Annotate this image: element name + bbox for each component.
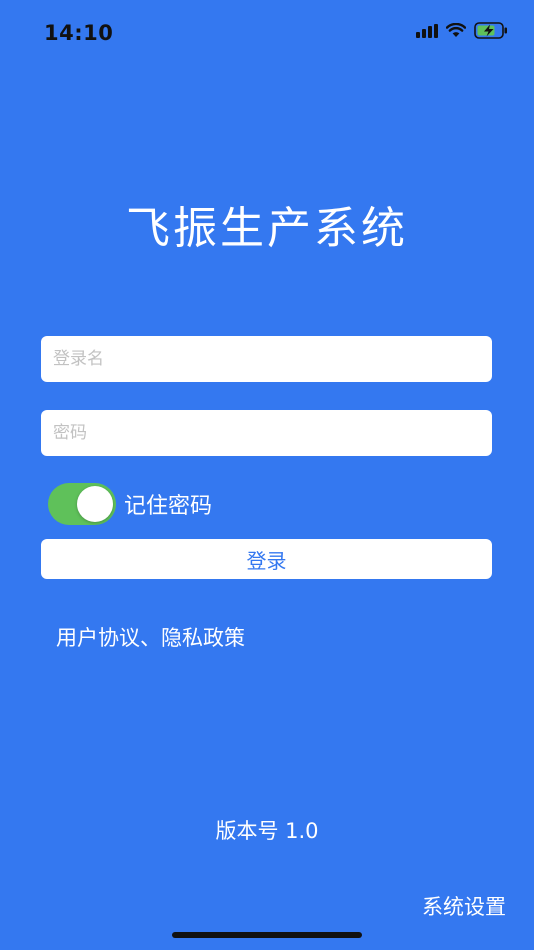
- toggle-knob: [77, 486, 113, 522]
- battery-charging-icon: [474, 22, 508, 43]
- status-time: 14:10: [44, 21, 114, 45]
- agreement-link[interactable]: 用户协议、隐私政策: [56, 622, 245, 652]
- username-input[interactable]: [51, 348, 482, 370]
- system-settings-link[interactable]: 系统设置: [422, 891, 506, 921]
- login-button[interactable]: 登录: [41, 539, 492, 579]
- password-input[interactable]: [51, 422, 482, 444]
- version-label: 版本号 1.0: [215, 819, 319, 843]
- wifi-icon: [445, 22, 467, 42]
- password-field-container: [41, 410, 492, 456]
- remember-password-label: 记住密码: [124, 494, 213, 519]
- status-icons: [416, 22, 508, 43]
- remember-password-row: 记住密码: [48, 483, 212, 525]
- username-field-container: [41, 336, 492, 382]
- status-bar: 14:10: [0, 0, 534, 66]
- home-indicator[interactable]: [172, 932, 362, 938]
- remember-password-toggle[interactable]: [48, 483, 116, 525]
- signal-icon: [416, 23, 438, 42]
- app-title: 飞振生产系统: [126, 203, 408, 254]
